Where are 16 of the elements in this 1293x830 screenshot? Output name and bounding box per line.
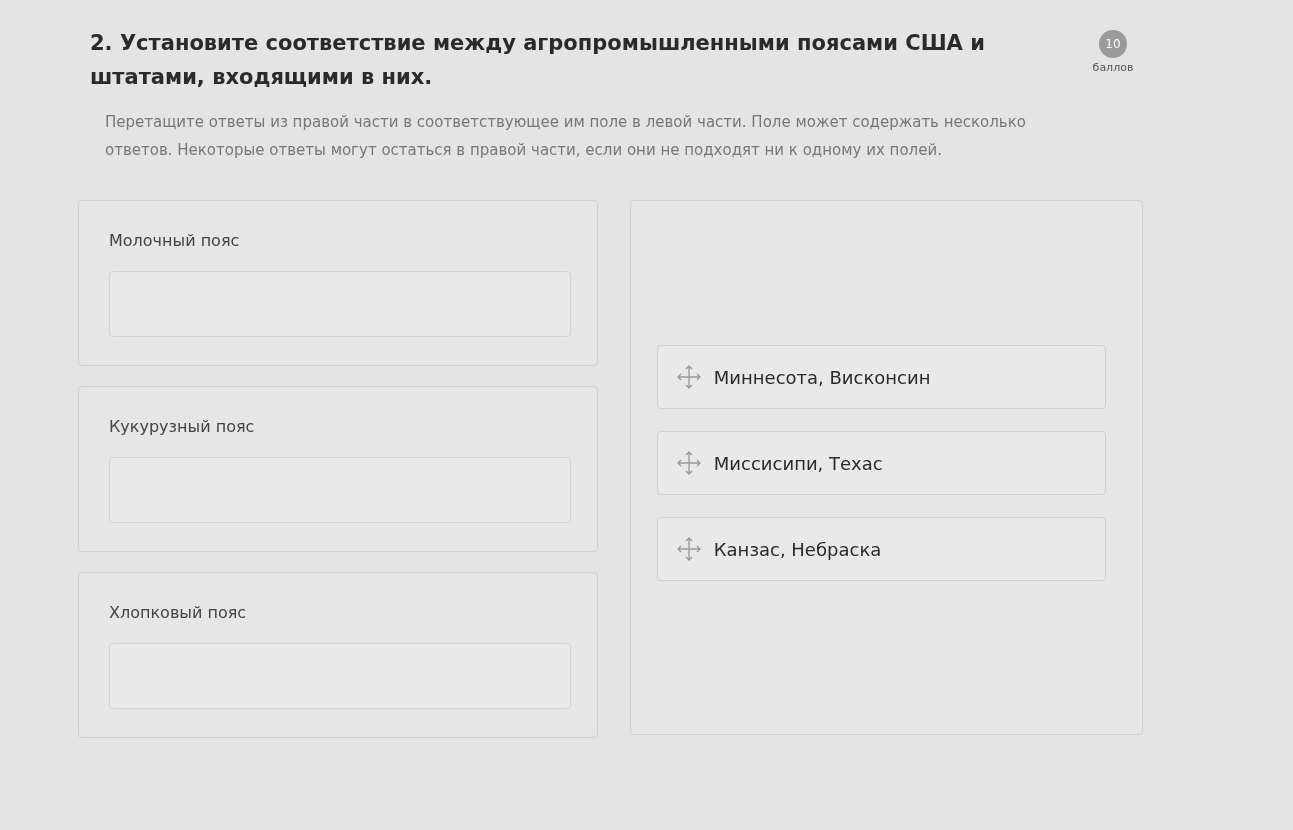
answer-chip[interactable]: Миннесота, Висконсин bbox=[656, 345, 1106, 409]
instructions-text: Перетащите ответы из правой части в соответствующее им поле в левой части. Поле может содержать несколько ответов. Некоторые ответы могут остаться в правой части, если они не подходят ни к одному их полей. bbox=[105, 112, 1027, 161]
points-badge: 10 bbox=[1099, 30, 1127, 58]
answer-label: Миссисипи, Техас bbox=[713, 451, 883, 476]
belt-label: Кукурузный пояс bbox=[109, 416, 256, 438]
answer-chip[interactable]: Миссисипи, Техас bbox=[656, 431, 1106, 495]
belt-label: Хлопковый пояс bbox=[109, 602, 248, 624]
move-icon bbox=[675, 450, 702, 476]
points-label: баллов bbox=[1092, 60, 1134, 76]
answer-label: Миннесота, Висконсин bbox=[713, 365, 931, 390]
belt-label: Молочный пояс bbox=[109, 230, 241, 252]
move-icon bbox=[675, 364, 702, 390]
answer-label: Канзас, Небраска bbox=[713, 537, 882, 562]
answer-chip[interactable]: Канзас, Небраска bbox=[656, 517, 1106, 581]
question-title: 2. Установите соответствие между агропромышленными поясами США и штатами, входящими в них. bbox=[90, 30, 986, 91]
move-icon bbox=[675, 536, 702, 562]
